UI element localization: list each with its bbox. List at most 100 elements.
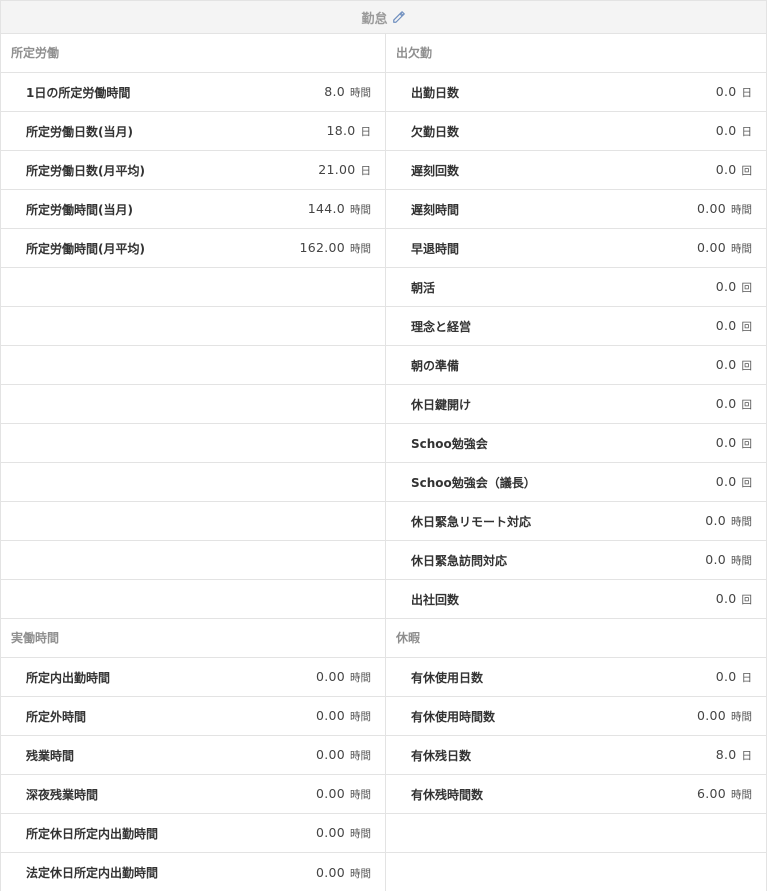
list-item: 深夜残業時間 0.00 時間 [1, 775, 385, 814]
item-value: 0.0 時間 [705, 552, 752, 567]
item-label: 所定休日所定内出勤時間 [26, 826, 159, 841]
item-value: 0.0 回 [715, 396, 752, 411]
item-value: 144.0 時間 [307, 201, 371, 216]
item-label: Schoo勉強会（議長） [411, 475, 536, 490]
empty-row [1, 385, 385, 424]
section-title-scheduled-work: 所定労働 [1, 34, 385, 73]
item-label: 休日緊急訪問対応 [411, 553, 508, 568]
item-label: 所定労働時間(月平均) [26, 241, 145, 256]
item-label: 早退時間 [411, 241, 460, 256]
item-value: 0.0 日 [715, 84, 752, 99]
item-value: 0.00 時間 [696, 708, 752, 723]
item-value: 0.0 回 [715, 357, 752, 372]
item-label: 1日の所定労働時間 [26, 85, 131, 100]
panel-header: 勤怠 [1, 1, 766, 34]
item-value: 0.00 時間 [315, 786, 371, 801]
item-label: 遅刻時間 [411, 202, 460, 217]
section-title-leave: 休暇 [386, 619, 766, 658]
item-value: 0.0 日 [715, 123, 752, 138]
list-item: 所定労働日数(月平均) 21.00 日 [1, 151, 385, 190]
item-label: 欠勤日数 [411, 124, 460, 139]
list-item: Schoo勉強会 0.0 回 [386, 424, 766, 463]
list-item: 欠勤日数 0.0 日 [386, 112, 766, 151]
list-item: 有休残時間数 6.00 時間 [386, 775, 766, 814]
list-item: 1日の所定労働時間 8.0 時間 [1, 73, 385, 112]
list-item: 休日緊急リモート対応 0.0 時間 [386, 502, 766, 541]
item-value: 0.0 時間 [705, 513, 752, 528]
item-value: 8.0 日 [715, 747, 752, 762]
item-value: 0.0 回 [715, 435, 752, 450]
item-label: 遅刻回数 [411, 163, 460, 178]
item-label: 所定労働日数(月平均) [26, 163, 145, 178]
item-label: 所定労働日数(当月) [26, 124, 133, 139]
list-item: 所定休日所定内出勤時間 0.00 時間 [1, 814, 385, 853]
attendance-panel: 勤怠 所定労働 1日の所定労働時間 8.0 時間 所定労働日数(当月) 18.0 日… [0, 0, 767, 891]
list-item: 所定内出勤時間 0.00 時間 [1, 658, 385, 697]
list-item: 休日緊急訪問対応 0.0 時間 [386, 541, 766, 580]
list-item: 早退時間 0.00 時間 [386, 229, 766, 268]
item-label: 深夜残業時間 [26, 787, 99, 802]
list-item: 出勤日数 0.0 日 [386, 73, 766, 112]
list-item: 朝活 0.0 回 [386, 268, 766, 307]
empty-row [1, 346, 385, 385]
item-label: 法定休日所定内出勤時間 [26, 866, 159, 880]
item-label: 出社回数 [411, 592, 460, 607]
item-value: 0.00 時間 [315, 747, 371, 762]
list-item: 休日鍵開け 0.0 回 [386, 385, 766, 424]
empty-row [1, 541, 385, 580]
item-label: 有休使用日数 [411, 670, 484, 685]
list-item: 出社回数 0.0 回 [386, 580, 766, 619]
item-value: 0.00 時間 [315, 708, 371, 723]
list-item: 所定外時間 0.00 時間 [1, 697, 385, 736]
item-label: 有休残時間数 [411, 787, 484, 802]
list-item: 有休使用時間数 0.00 時間 [386, 697, 766, 736]
item-label: 理念と経営 [411, 319, 472, 334]
panel-title: 勤怠 [361, 11, 388, 27]
item-label: 所定内出勤時間 [26, 670, 111, 685]
item-label: Schoo勉強会 [411, 436, 488, 451]
item-label: 休日緊急リモート対応 [411, 514, 532, 529]
empty-row [1, 307, 385, 346]
list-item: 遅刻時間 0.00 時間 [386, 190, 766, 229]
list-item: 有休残日数 8.0 日 [386, 736, 766, 775]
list-item: 有休使用日数 0.0 日 [386, 658, 766, 697]
empty-row [1, 268, 385, 307]
item-label: 有休使用時間数 [411, 709, 496, 724]
item-label: 所定外時間 [26, 709, 87, 724]
item-value: 0.0 回 [715, 474, 752, 489]
list-item: 朝の準備 0.0 回 [386, 346, 766, 385]
list-item: 法定休日所定内出勤時間 0.00 時間 [1, 853, 385, 892]
item-value: 0.00 時間 [696, 201, 752, 216]
empty-row [1, 502, 385, 541]
empty-row [1, 463, 385, 502]
empty-row [1, 424, 385, 463]
right-column: 出欠勤 出勤日数 0.0 日 欠勤日数 0.0 日 遅刻回数 0.0 回 遅刻時間 0… [386, 34, 766, 891]
list-item: 所定労働日数(当月) 18.0 日 [1, 112, 385, 151]
item-value: 0.00 時間 [315, 669, 371, 684]
left-column: 所定労働 1日の所定労働時間 8.0 時間 所定労働日数(当月) 18.0 日 所定… [1, 34, 386, 891]
item-value: 0.0 回 [715, 279, 752, 294]
item-value: 0.00 時間 [696, 240, 752, 255]
item-value: 18.0 日 [326, 123, 371, 138]
list-item: 所定労働時間(当月) 144.0 時間 [1, 190, 385, 229]
list-item: 理念と経営 0.0 回 [386, 307, 766, 346]
item-value: 0.0 回 [715, 318, 752, 333]
empty-row [386, 814, 766, 853]
empty-row [1, 580, 385, 619]
item-value: 0.00 時間 [315, 825, 371, 840]
list-item: Schoo勉強会（議長） 0.0 回 [386, 463, 766, 502]
item-label: 有休残日数 [411, 748, 472, 763]
item-label: 休日鍵開け [411, 397, 472, 412]
item-value: 6.00 時間 [696, 786, 752, 801]
section-title-attendance: 出欠勤 [386, 34, 766, 73]
item-label: 出勤日数 [411, 85, 460, 100]
item-label: 所定労働時間(当月) [26, 202, 133, 217]
item-value: 0.0 日 [715, 669, 752, 684]
edit-pencil-icon[interactable] [392, 10, 406, 24]
item-label: 朝の準備 [411, 358, 460, 373]
item-value: 0.0 回 [715, 591, 752, 606]
list-item: 遅刻回数 0.0 回 [386, 151, 766, 190]
item-value: 162.00 時間 [299, 240, 371, 255]
item-label: 朝活 [411, 280, 436, 295]
item-value: 8.0 時間 [324, 84, 371, 99]
